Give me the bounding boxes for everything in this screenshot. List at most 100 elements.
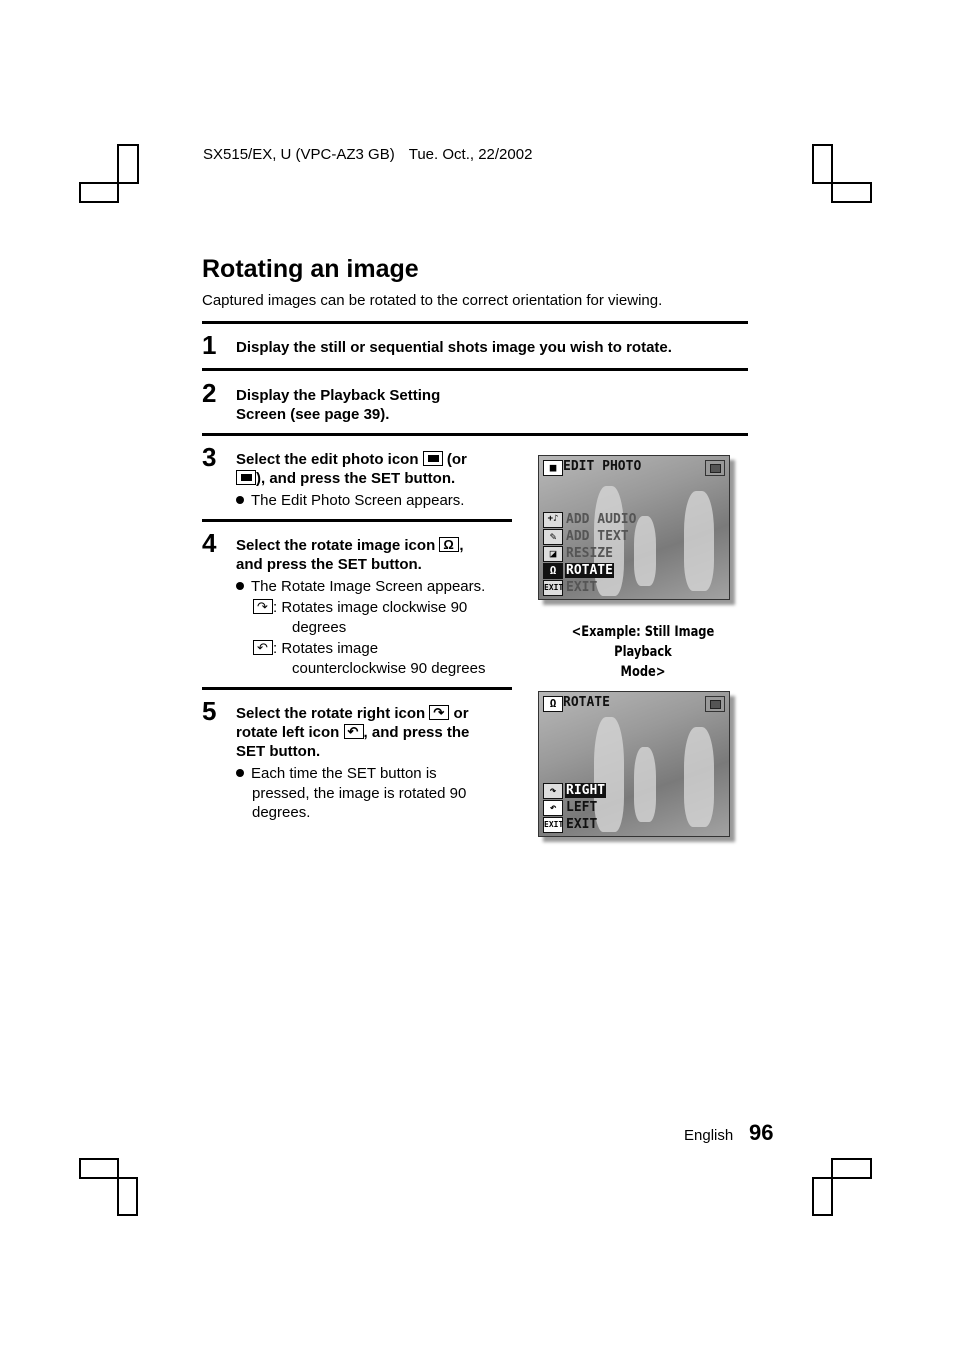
menu-item-rotate[interactable]: Ω ROTATE — [543, 562, 614, 579]
caption-line: Mode> — [620, 664, 666, 680]
step-3-line1-end: (or — [446, 451, 467, 468]
rotate-image-icon — [439, 535, 460, 554]
menu-label: RIGHT — [565, 783, 607, 798]
page-number: 96 — [749, 1120, 774, 1145]
step-4-line2: and press the SET button. — [236, 556, 422, 573]
rotate-image-icon: Ω — [543, 696, 563, 712]
rotate-left-icon — [253, 638, 273, 658]
step-5-or: or — [453, 705, 469, 722]
edit-photo-screen: ■ EDIT PHOTO +♪ ADD AUDIO ✎ ADD TEXT ◪ R… — [538, 455, 730, 600]
exit-icon: EXIT — [543, 579, 563, 596]
image-mode-icon — [705, 460, 725, 476]
divider — [202, 433, 748, 436]
step-number: 4 — [202, 528, 217, 558]
step-4-comma: , — [459, 537, 464, 554]
menu-item-resize[interactable]: ◪ RESIZE — [543, 545, 614, 562]
screen-caption: <Example: Still Image Playback Mode> — [550, 622, 735, 682]
menu-label: ADD AUDIO — [566, 512, 637, 527]
crop-mark-top-right-h — [831, 182, 872, 203]
menu-item-exit[interactable]: EXIT EXIT — [543, 816, 598, 833]
crop-mark-bottom-left-h — [79, 1158, 119, 1179]
step-2-line1: Display the Playback Setting — [236, 387, 441, 404]
divider — [202, 368, 748, 371]
step-5-line2: rotate left icon — [236, 724, 340, 741]
pencil-icon: ✎ — [543, 528, 563, 545]
step-5-text: Select the rotate right icon or rotate l… — [236, 703, 470, 761]
divider — [202, 321, 748, 324]
rotate-left-description: : Rotates image counterclockwise 90 degr… — [253, 638, 486, 678]
step-5-line2-end: , and press the — [363, 724, 470, 741]
menu-label: EXIT — [566, 580, 598, 595]
divider — [202, 519, 512, 522]
edit-photo-icon — [422, 451, 443, 466]
step-2-text: Display the Playback Setting Screen (see… — [236, 386, 440, 424]
menu-item-exit[interactable]: EXIT EXIT — [543, 579, 598, 596]
step-3-text: Select the edit photo icon (or ), and pr… — [236, 450, 467, 488]
crop-mark-top-left-v — [117, 144, 139, 184]
edit-photo-icon: ■ — [543, 460, 563, 476]
menu-label: LEFT — [566, 800, 598, 815]
crop-mark-bottom-left-v — [117, 1177, 138, 1216]
header-model: SX515/EX, U (VPC-AZ3 GB) — [203, 146, 395, 163]
step-3-bullet: The Edit Photo Screen appears. — [236, 491, 464, 511]
step-5-bullet: Each time the SET button is pressed, the… — [236, 764, 466, 823]
background-photo-figure — [594, 717, 624, 832]
background-photo-figure — [684, 491, 714, 591]
step-3-line2: ), and press the SET button. — [256, 470, 456, 487]
crop-mark-top-right-v — [812, 144, 833, 184]
rotate-image-icon: Ω — [543, 562, 563, 579]
rotate-right-icon: ↷ — [543, 782, 563, 799]
caption-line: <Example: Still Image Playback — [571, 624, 715, 660]
step-number: 2 — [202, 378, 217, 408]
bullet-text: The Rotate Image Screen appears. — [251, 578, 486, 595]
step-number: 3 — [202, 442, 217, 472]
divider — [202, 687, 512, 690]
edit-photo-sequential-icon — [236, 470, 256, 485]
bullet-dot-icon — [236, 582, 244, 590]
desc-text: degrees — [292, 618, 347, 636]
step-4-line1: Select the rotate image icon — [236, 537, 436, 554]
bullet-dot-icon — [236, 496, 244, 504]
desc-text: counterclockwise 90 degrees — [292, 659, 486, 677]
step-number: 1 — [202, 330, 217, 360]
menu-label: ROTATE — [565, 563, 614, 578]
desc-text: : Rotates image — [273, 640, 379, 657]
rotate-screen: Ω ROTATE ↷ RIGHT ↶ LEFT EXIT EXIT — [538, 691, 730, 837]
resize-icon: ◪ — [543, 545, 563, 562]
intro-text: Captured images can be rotated to the co… — [202, 292, 663, 309]
print-header: SX515/EX, U (VPC-AZ3 GB) Tue. Oct., 22/20… — [203, 146, 532, 163]
crop-mark-bottom-right-h — [831, 1158, 872, 1179]
header-date: Tue. Oct., 22/2002 — [408, 146, 533, 163]
page-title: Rotating an image — [202, 255, 419, 283]
step-4-bullet: The Rotate Image Screen appears. — [236, 577, 485, 597]
background-photo-figure — [684, 727, 714, 827]
rotate-right-description: : Rotates image clockwise 90 degrees — [253, 597, 468, 637]
bullet-text: Each time the SET button is — [251, 765, 437, 782]
bullet-text: The Edit Photo Screen appears. — [251, 492, 465, 509]
menu-label: EXIT — [566, 817, 598, 832]
step-4-text: Select the rotate image icon , and press… — [236, 535, 464, 574]
image-mode-icon — [705, 696, 725, 712]
exit-icon: EXIT — [543, 816, 563, 833]
rotate-right-icon — [429, 703, 450, 722]
footer-language: English — [684, 1127, 734, 1144]
screen-title: ROTATE — [563, 695, 610, 710]
step-3-line1: Select the edit photo icon — [236, 451, 419, 468]
menu-item-add-audio[interactable]: +♪ ADD AUDIO — [543, 511, 637, 528]
menu-label: ADD TEXT — [566, 529, 629, 544]
menu-label: RESIZE — [566, 546, 613, 561]
step-5-line1: Select the rotate right icon — [236, 705, 426, 722]
step-number: 5 — [202, 696, 217, 726]
desc-text: : Rotates image clockwise 90 — [273, 599, 468, 616]
step-2-line2: Screen (see page 39). — [236, 406, 390, 423]
rotate-right-icon — [253, 597, 273, 617]
step-1-text: Display the still or sequential shots im… — [236, 339, 672, 356]
crop-mark-top-left-h — [79, 182, 119, 203]
screen-title: EDIT PHOTO — [563, 459, 642, 474]
menu-item-right[interactable]: ↷ RIGHT — [543, 782, 607, 799]
microphone-icon: +♪ — [543, 511, 563, 528]
menu-item-left[interactable]: ↶ LEFT — [543, 799, 598, 816]
rotate-left-icon — [343, 722, 364, 741]
menu-item-add-text[interactable]: ✎ ADD TEXT — [543, 528, 630, 545]
rotate-left-icon: ↶ — [543, 799, 563, 816]
